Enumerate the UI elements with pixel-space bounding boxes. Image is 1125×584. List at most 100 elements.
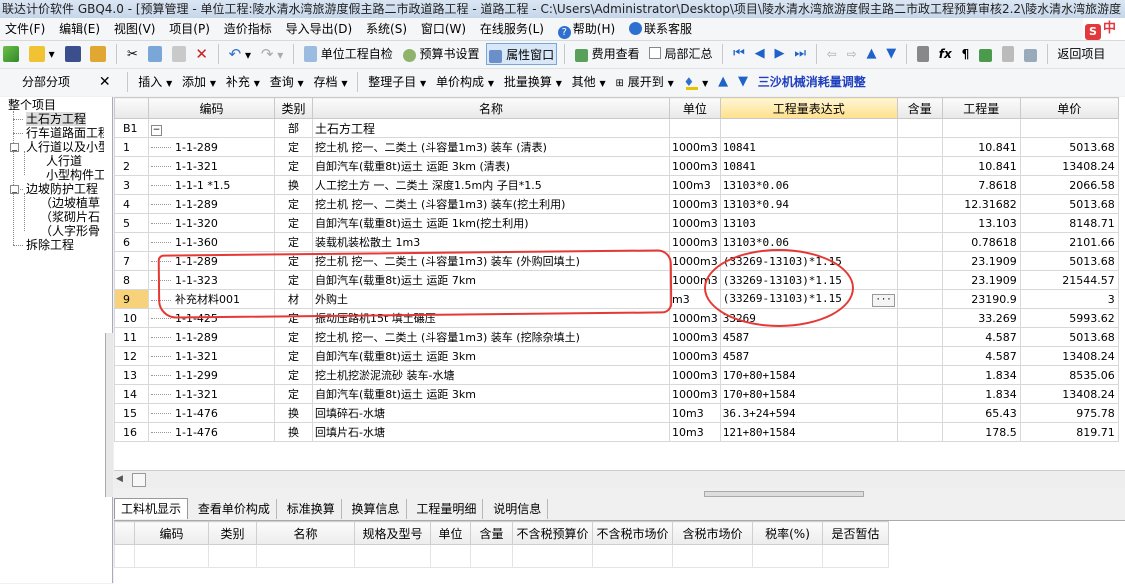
cut-button[interactable]: ✂: [124, 43, 141, 65]
table-row[interactable]: 12 1-1-321 定自卸汽车(载重8t)运土 运距 3km 1000m3 4587 4…: [114, 346, 1119, 366]
table-row[interactable]: 3 1-1-1 *1.5 换人工挖土方 一、二类土 深度1.5m内 子目*1.5 10…: [114, 175, 1119, 195]
quantity-cell[interactable]: 33.269: [941, 308, 1021, 328]
tab-material-display[interactable]: 工料机显示: [114, 498, 189, 519]
expression-cell[interactable]: 13103*0.06: [719, 175, 898, 195]
last-record-button[interactable]: ⏭: [791, 43, 809, 65]
batch-convert-dropdown[interactable]: 批量换算 ▼: [501, 71, 565, 93]
unit-cell[interactable]: 1000m3: [669, 346, 721, 366]
name-cell[interactable]: 自卸汽车(载重8t)运土 运距 3km: [312, 384, 670, 404]
table-row[interactable]: 15 1-1-476 换回填碎石-水塘 10m3 36.3+24+594 65.43 975…: [114, 403, 1119, 423]
unit-cell[interactable]: 1000m3: [669, 365, 721, 385]
tree-item-whole-project[interactable]: 整个项目: [8, 98, 56, 112]
quantity-cell[interactable]: 10.841: [941, 156, 1021, 176]
level-up-button[interactable]: ▲: [715, 71, 731, 93]
name-cell[interactable]: 自卸汽车(载重8t)运土 运距 7km: [312, 270, 670, 290]
expression-cell[interactable]: 33269: [719, 308, 898, 328]
quantity-cell[interactable]: 65.43: [941, 403, 1021, 423]
section-price-cell[interactable]: [1019, 118, 1119, 138]
local-summary-toggle[interactable]: 局部汇总: [646, 43, 715, 65]
query-dropdown[interactable]: 查询 ▼: [267, 71, 307, 93]
menu-import-export[interactable]: 导入导出(D): [281, 18, 358, 40]
content-cell[interactable]: [896, 365, 943, 385]
material-col-pretax-market[interactable]: 不含税市场价: [592, 521, 673, 545]
code-cell[interactable]: 补充材料001: [148, 289, 275, 309]
material-col-spec[interactable]: 规格及型号: [354, 521, 431, 545]
next-record-button[interactable]: ▶: [771, 43, 787, 65]
expression-edit-button[interactable]: ···: [872, 293, 895, 307]
content-cell[interactable]: [896, 403, 943, 423]
save-button[interactable]: [62, 43, 84, 65]
paste-button[interactable]: [169, 43, 189, 65]
type-cell[interactable]: 定: [274, 251, 313, 271]
menu-edit[interactable]: 编辑(E): [54, 18, 105, 40]
unit-price-cell[interactable]: 8148.71: [1019, 213, 1119, 233]
quantity-cell[interactable]: 1.834: [941, 365, 1021, 385]
table-row[interactable]: 4 1-1-289 定挖土机 挖一、二类土 (斗容量1m3) 装车(挖土利用) 100…: [114, 194, 1119, 214]
name-cell[interactable]: 外购土: [312, 289, 670, 309]
quantity-cell[interactable]: 23190.9: [941, 289, 1021, 309]
cube-button[interactable]: [976, 43, 995, 65]
unit-price-cell[interactable]: 13408.24: [1019, 384, 1119, 404]
code-cell[interactable]: 1-1-321: [148, 384, 275, 404]
name-cell[interactable]: 自卸汽车(载重8t)运土 运距 3km (清表): [312, 156, 670, 176]
quantity-cell[interactable]: 4.587: [941, 346, 1021, 366]
local-summary-checkbox[interactable]: [649, 47, 662, 59]
calculator-button[interactable]: [914, 43, 932, 65]
name-cell[interactable]: 挖土机 挖一、二类土 (斗容量1m3) 装车 (外购回填土): [312, 251, 670, 271]
expression-cell[interactable]: 13103*0.94: [719, 194, 898, 214]
name-cell[interactable]: 回填片石-水塘: [312, 422, 670, 442]
name-cell[interactable]: 挖土机 挖一、二类土 (斗容量1m3) 装车(挖土利用): [312, 194, 670, 214]
content-cell[interactable]: [896, 384, 943, 404]
scroll-left-icon[interactable]: ◀: [116, 474, 123, 484]
expand-to-dropdown[interactable]: ⊞ 展开到 ▼: [613, 71, 677, 93]
unit-cell[interactable]: m3: [669, 289, 721, 309]
other-dropdown[interactable]: 其他 ▼: [569, 71, 609, 93]
unit-cell[interactable]: 1000m3: [669, 251, 721, 271]
table-row[interactable]: 11 1-1-289 定挖土机 挖一、二类土 (斗容量1m3) 装车 (挖除杂填土)…: [114, 327, 1119, 347]
move-left-button[interactable]: ⇦: [824, 43, 840, 65]
code-cell[interactable]: 1-1-289: [148, 327, 275, 347]
tab-description[interactable]: 说明信息: [487, 499, 549, 519]
unit-cell[interactable]: 1000m3: [669, 194, 721, 214]
type-cell[interactable]: 换: [274, 403, 313, 423]
unit-cell[interactable]: 1000m3: [669, 308, 721, 328]
menu-system[interactable]: 系统(S): [361, 18, 412, 40]
code-cell[interactable]: 1-1-425: [148, 308, 275, 328]
expression-cell[interactable]: 121+80+1584: [719, 422, 898, 442]
level-down-button[interactable]: ▼: [735, 71, 751, 93]
unit-price-cell[interactable]: 5013.68: [1019, 194, 1119, 214]
formula-button[interactable]: fx: [936, 43, 955, 65]
save-all-button[interactable]: [87, 43, 109, 65]
unit-cell[interactable]: 1000m3: [669, 213, 721, 233]
tab-quantity-detail[interactable]: 工程量明细: [410, 499, 484, 519]
move-up-button[interactable]: ▲: [863, 43, 879, 65]
quantity-cell[interactable]: 4.587: [941, 327, 1021, 347]
section-expr-cell[interactable]: [719, 118, 898, 138]
content-cell[interactable]: [896, 175, 943, 195]
fill-color-dropdown[interactable]: ♦ ▼: [681, 71, 712, 93]
content-cell[interactable]: [896, 137, 943, 157]
unit-price-cell[interactable]: 13408.24: [1019, 346, 1119, 366]
insert-dropdown[interactable]: 插入 ▼: [135, 71, 175, 93]
unit-cell[interactable]: 10m3: [669, 422, 721, 442]
tree-item-sidewalk-small[interactable]: 人行道以及小型: [26, 140, 104, 154]
first-record-button[interactable]: ⏮: [730, 43, 748, 65]
quantity-cell[interactable]: 23.1909: [941, 270, 1021, 290]
unit-price-cell[interactable]: 21544.57: [1019, 270, 1119, 290]
tree-item-demolition[interactable]: 拆除工程: [26, 238, 74, 252]
name-cell[interactable]: 挖土机 挖一、二类土 (斗容量1m3) 装车 (挖除杂填土): [312, 327, 670, 347]
table-row[interactable]: 2 1-1-321 定自卸汽车(载重8t)运土 运距 3km (清表) 1000m3 1…: [114, 156, 1119, 176]
quantity-cell[interactable]: 7.8618: [941, 175, 1021, 195]
material-col-name[interactable]: 名称: [256, 521, 355, 545]
type-cell[interactable]: 换: [274, 175, 313, 195]
property-window-button[interactable]: 属性窗口: [486, 43, 558, 65]
content-cell[interactable]: [896, 346, 943, 366]
expression-cell[interactable]: 36.3+24+594: [719, 403, 898, 423]
undo-button[interactable]: ↶ ▾: [226, 43, 254, 65]
table-row[interactable]: 16 1-1-476 换回填片石-水塘 10m3 121+80+1584 178.5 819…: [114, 422, 1119, 442]
material-col-provisional[interactable]: 是否暂估: [822, 521, 889, 545]
table-row[interactable]: 7 1-1-289 定挖土机 挖一、二类土 (斗容量1m3) 装车 (外购回填土) 1…: [114, 251, 1119, 271]
content-cell[interactable]: [896, 213, 943, 233]
splitter-grip[interactable]: [704, 491, 864, 497]
code-cell[interactable]: 1-1-1 *1.5: [148, 175, 275, 195]
